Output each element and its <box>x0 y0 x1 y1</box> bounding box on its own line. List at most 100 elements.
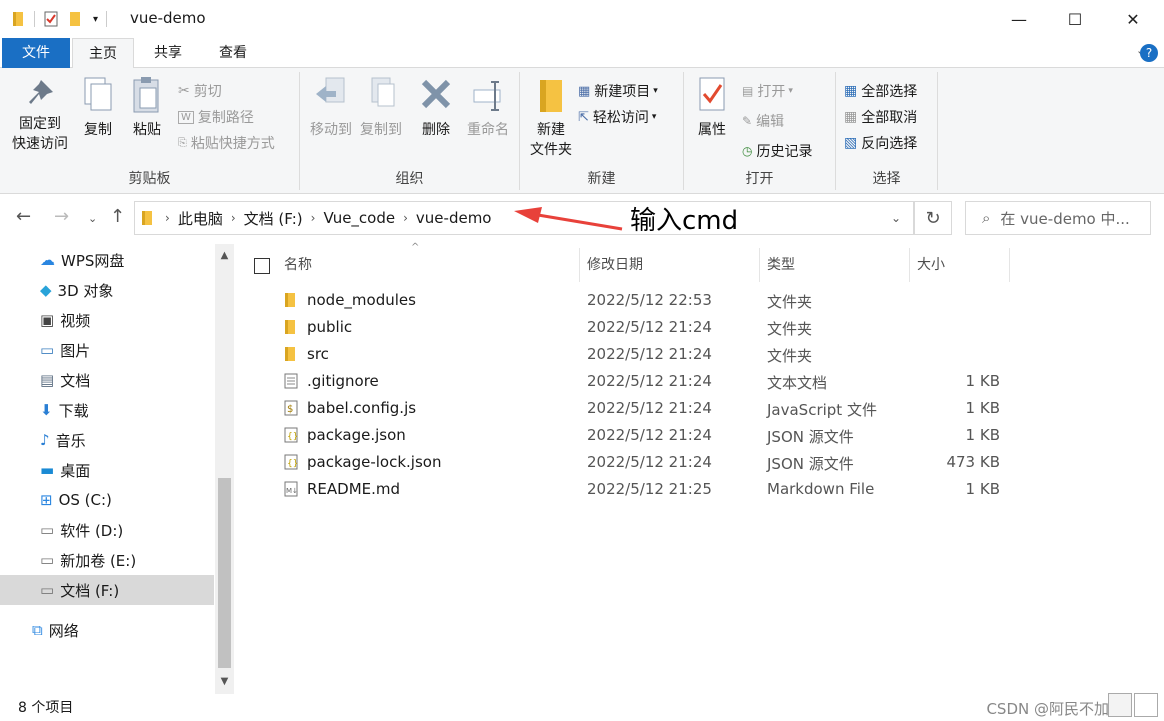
up-arrow-icon[interactable]: ↑ <box>110 206 125 227</box>
back-arrow-icon[interactable]: ← <box>16 206 31 227</box>
table-row[interactable]: M↓ README.md 2022/5/12 21:25 Markdown Fi… <box>234 476 1164 503</box>
column-header-name[interactable]: 名称 <box>284 248 574 282</box>
search-box[interactable]: ⌕ 在 vue-demo 中... <box>965 201 1151 235</box>
new-folder-icon[interactable] <box>69 11 83 27</box>
properties-check-icon[interactable] <box>43 11 59 27</box>
sidebar-item-drive-f[interactable]: ▭ 文档 (F:) <box>0 575 214 605</box>
table-row[interactable]: public 2022/5/12 21:24 文件夹 <box>234 314 1164 341</box>
open-button[interactable]: ▤ 打开 ▾ <box>742 80 793 102</box>
paste-shortcut-button[interactable]: ⎘ 粘贴快捷方式 <box>178 132 275 154</box>
copy-to-label: 复制到 <box>360 122 402 138</box>
sidebar-item-wps-cloud[interactable]: ☁ WPS网盘 <box>0 245 214 275</box>
new-item-icon: ▦ <box>578 83 591 99</box>
sidebar-item-downloads[interactable]: ⬇ 下载 <box>0 395 214 425</box>
sidebar-item-desktop[interactable]: ▬ 桌面 <box>0 455 214 485</box>
invert-selection-button[interactable]: ▧ 反向选择 <box>844 132 917 154</box>
sidebar-item-label: OS (C:) <box>58 491 112 509</box>
copy-to-button[interactable]: 复制到 <box>356 76 406 140</box>
details-view-icon[interactable] <box>1108 693 1132 717</box>
sidebar-item-label: WPS网盘 <box>61 251 125 270</box>
table-row[interactable]: {} package.json 2022/5/12 21:24 JSON 源文件… <box>234 422 1164 449</box>
column-divider[interactable] <box>579 248 580 282</box>
sidebar-item-documents[interactable]: ▤ 文档 <box>0 365 214 395</box>
breadcrumb-vue-code[interactable]: Vue_code <box>323 209 395 227</box>
scrollbar-thumb[interactable] <box>218 478 231 668</box>
annotation-arrow-icon <box>514 207 623 231</box>
table-row[interactable]: src 2022/5/12 21:24 文件夹 <box>234 341 1164 368</box>
scroll-down-icon[interactable]: ▼ <box>215 672 234 692</box>
paste-shortcut-icon: ⎘ <box>178 136 187 149</box>
sidebar-item-videos[interactable]: ▣ 视频 <box>0 305 214 335</box>
tab-view[interactable]: 查看 <box>204 38 262 68</box>
film-icon: ▣ <box>40 311 55 329</box>
sidebar-item-pictures[interactable]: ▭ 图片 <box>0 335 214 365</box>
rename-button[interactable]: 重命名 <box>462 76 514 140</box>
history-button[interactable]: ◷ 历史记录 <box>742 140 812 162</box>
minimize-button[interactable]: — <box>990 0 1048 38</box>
table-row[interactable]: {} package-lock.json 2022/5/12 21:24 JSO… <box>234 449 1164 476</box>
close-button[interactable]: ✕ <box>1104 0 1162 38</box>
item-count: 8 个项目 <box>18 700 74 716</box>
sidebar-item-music[interactable]: ♪ 音乐 <box>0 425 214 455</box>
copy-button[interactable]: 复制 <box>76 76 120 140</box>
scroll-up-icon[interactable]: ▲ <box>215 246 234 266</box>
maximize-button[interactable]: ☐ <box>1046 0 1104 38</box>
select-none-button[interactable]: ▦ 全部取消 <box>844 106 917 128</box>
breadcrumb-drive-f[interactable]: 文档 (F:) <box>244 208 303 229</box>
refresh-icon[interactable]: ↻ <box>914 201 952 235</box>
column-divider[interactable] <box>1009 248 1010 282</box>
new-folder-button[interactable]: 新建 文件夹 <box>526 76 576 160</box>
easy-access-button[interactable]: ⇱ 轻松访问 ▾ <box>578 106 656 128</box>
cut-button[interactable]: ✂ 剪切 <box>178 80 222 102</box>
sidebar-item-drive-e[interactable]: ▭ 新加卷 (E:) <box>0 545 214 575</box>
sidebar-item-3d-objects[interactable]: ◆ 3D 对象 <box>0 275 214 305</box>
sidebar-scrollbar[interactable]: ▲ ▼ <box>215 244 234 694</box>
annotation-text: 输入cmd <box>630 206 739 236</box>
copy-path-button[interactable]: W 复制路径 <box>178 106 254 128</box>
column-header-size[interactable]: 大小 <box>917 248 1007 282</box>
customize-toolbar-icon[interactable]: ▾ <box>93 14 98 25</box>
search-input[interactable]: 在 vue-demo 中... <box>1000 208 1129 229</box>
pin-quick-access-button[interactable]: 固定到 快速访问 <box>8 76 72 154</box>
file-date: 2022/5/12 21:24 <box>587 372 712 390</box>
move-to-button[interactable]: 移动到 <box>306 76 356 140</box>
tab-share[interactable]: 共享 <box>140 38 196 68</box>
recent-locations-chevron-icon[interactable]: ⌄ <box>88 212 97 225</box>
sidebar-item-drive-d[interactable]: ▭ 软件 (D:) <box>0 515 214 545</box>
select-all-button[interactable]: ▦ 全部选择 <box>844 80 917 102</box>
column-header-type[interactable]: 类型 <box>767 248 907 282</box>
cut-label: 剪切 <box>193 84 222 100</box>
file-name: package-lock.json <box>307 453 442 471</box>
window-title: vue-demo <box>130 9 206 27</box>
large-icons-view-icon[interactable] <box>1134 693 1158 717</box>
new-item-button[interactable]: ▦ 新建项目 ▾ <box>578 80 658 102</box>
delete-button[interactable]: 删除 <box>416 76 456 140</box>
breadcrumb-this-pc[interactable]: 此电脑 <box>178 208 223 229</box>
cloud-icon: ☁ <box>40 251 55 269</box>
column-divider[interactable] <box>909 248 910 282</box>
sidebar-item-network[interactable]: ⧉ 网络 <box>0 615 214 645</box>
tab-file[interactable]: 文件 <box>2 38 70 68</box>
column-divider[interactable] <box>759 248 760 282</box>
file-date: 2022/5/12 21:24 <box>587 453 712 471</box>
title-bar: ▾ vue-demo — ☐ ✕ <box>0 0 1164 38</box>
forward-arrow-icon[interactable]: → <box>54 206 69 227</box>
sidebar-item-drive-c[interactable]: ⊞ OS (C:) <box>0 485 214 515</box>
edit-button[interactable]: ✎ 编辑 <box>742 110 784 132</box>
dropdown-arrow-icon: ▾ <box>653 86 658 96</box>
select-all-checkbox[interactable] <box>254 258 270 274</box>
file-name: public <box>307 318 353 336</box>
history-icon: ◷ <box>742 144 753 158</box>
table-row[interactable]: $ babel.config.js 2022/5/12 21:24 JavaSc… <box>234 395 1164 422</box>
copy-path-label: 复制路径 <box>197 110 254 126</box>
help-icon[interactable]: ? <box>1140 44 1158 62</box>
table-row[interactable]: node_modules 2022/5/12 22:53 文件夹 <box>234 287 1164 314</box>
breadcrumb-vue-demo[interactable]: vue-demo <box>416 209 492 227</box>
tab-home[interactable]: 主页 <box>72 38 134 69</box>
properties-button[interactable]: 属性 <box>690 76 734 140</box>
table-row[interactable]: .gitignore 2022/5/12 21:24 文本文档 1 KB <box>234 368 1164 395</box>
select-group-label: 选择 <box>872 171 901 187</box>
paste-button[interactable]: 粘贴 <box>124 76 170 140</box>
address-dropdown-icon[interactable]: ⌄ <box>891 211 901 225</box>
column-header-date[interactable]: 修改日期 <box>587 248 757 282</box>
